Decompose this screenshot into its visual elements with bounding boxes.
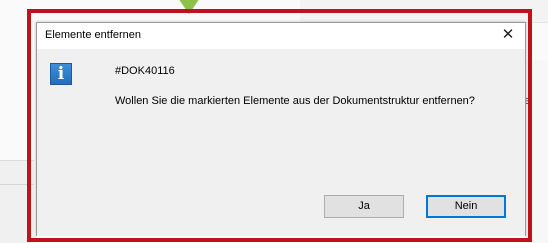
yes-button[interactable]: Ja [324, 195, 404, 218]
green-arrow-icon [178, 0, 200, 14]
dialog-title: Elemente entfernen [45, 29, 142, 41]
background-divider [0, 184, 34, 185]
no-button[interactable]: Nein [426, 195, 506, 218]
message-code: #DOK40116 [115, 65, 175, 77]
remove-elements-dialog: Elemente entfernen ✕ i #DOK40116 Wollen … [36, 22, 526, 238]
dialog-titlebar[interactable]: Elemente entfernen ✕ [37, 23, 525, 49]
close-icon: ✕ [501, 26, 515, 43]
background-left-panel [0, 160, 34, 243]
background-bottom-strip [36, 236, 526, 243]
background-toolbar-strip [300, 0, 548, 23]
dialog-message: Wollen Sie die markierten Elemente aus d… [115, 95, 475, 107]
screenshot-stage: e Elemente entfernen ✕ i #DOK40116 Wolle… [0, 0, 548, 243]
info-icon: i [50, 63, 72, 85]
close-button[interactable]: ✕ [491, 23, 525, 49]
